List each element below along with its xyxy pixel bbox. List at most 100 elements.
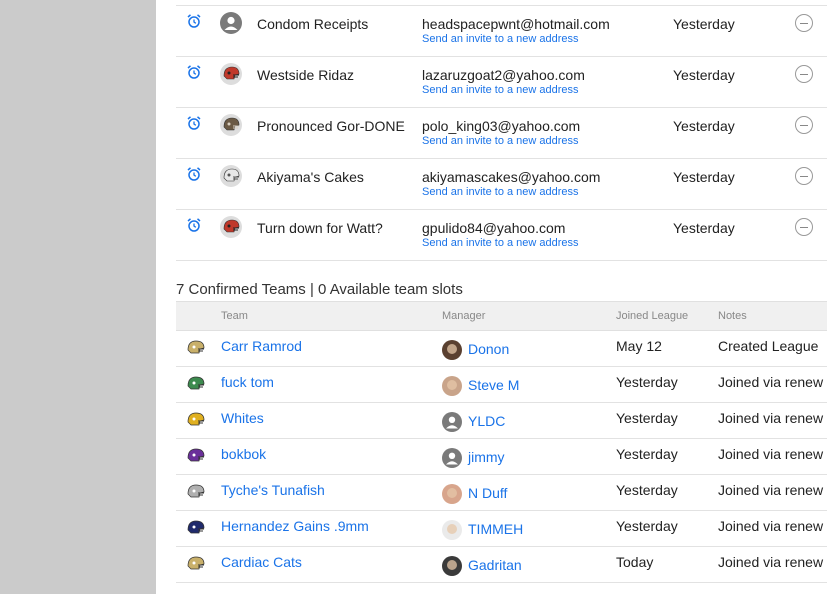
header-notes[interactable]: Notes: [718, 310, 747, 322]
manager-avatar: [442, 556, 462, 576]
team-link[interactable]: Whites: [221, 410, 264, 426]
invitee-email: gpulido84@yahoo.com: [422, 220, 566, 236]
manager-avatar: [442, 412, 462, 432]
red-helmet-icon: [220, 63, 242, 85]
manager-link[interactable]: YLDC: [468, 413, 505, 429]
team-helmet-icon: [186, 554, 206, 574]
red-helmet-icon: [220, 216, 242, 238]
remove-invite-button[interactable]: [795, 167, 813, 185]
team-link[interactable]: Carr Ramrod: [221, 338, 302, 354]
invitee-email: akiyamascakes@yahoo.com: [422, 169, 601, 185]
remove-invite-button[interactable]: [795, 14, 813, 32]
manager-avatar: [442, 340, 462, 360]
manager-link[interactable]: Donon: [468, 341, 509, 357]
team-helmet-icon: [186, 338, 206, 358]
send-invite-link[interactable]: Send an invite to a new address: [422, 84, 579, 96]
joined-league-date: Yesterday: [616, 374, 678, 390]
table-row: fuck tom Steve M Yesterday Joined via renew: [176, 367, 827, 403]
alarm-clock-icon[interactable]: [186, 217, 202, 233]
send-invite-link[interactable]: Send an invite to a new address: [422, 135, 579, 147]
send-invite-link[interactable]: Send an invite to a new address: [422, 186, 579, 198]
remove-invite-button[interactable]: [795, 116, 813, 134]
team-helmet-icon: [186, 518, 206, 538]
joined-league-date: Yesterday: [616, 518, 678, 534]
pending-team-name: Westside Ridaz: [257, 67, 355, 83]
manager-link[interactable]: N Duff: [468, 485, 507, 501]
team-link[interactable]: Hernandez Gains .9mm: [221, 518, 369, 534]
team-helmet-icon: [186, 374, 206, 394]
row-notes: Joined via renew: [718, 518, 824, 534]
invite-date: Yesterday: [673, 67, 735, 83]
manager-avatar: [442, 376, 462, 396]
row-notes: Joined via renew: [718, 482, 824, 498]
invitee-email: polo_king03@yahoo.com: [422, 118, 581, 134]
manager-link[interactable]: TIMMEH: [468, 521, 523, 537]
confirmed-teams-table: Team Manager Joined League Notes Carr Ra…: [176, 301, 827, 583]
row-notes: Joined via renew: [718, 410, 824, 426]
header-team[interactable]: Team: [221, 310, 248, 322]
send-invite-link[interactable]: Send an invite to a new address: [422, 33, 579, 45]
alarm-clock-icon[interactable]: [186, 64, 202, 80]
joined-league-date: May 12: [616, 338, 662, 354]
remove-invite-button[interactable]: [795, 65, 813, 83]
manager-avatar: [442, 484, 462, 504]
alarm-clock-icon[interactable]: [186, 166, 202, 182]
manager-link[interactable]: jimmy: [468, 449, 505, 465]
header-joined-league[interactable]: Joined League: [616, 310, 688, 322]
generic-user-icon: [220, 12, 242, 34]
white-helmet-icon: [220, 165, 242, 187]
pending-team-name: Akiyama's Cakes: [257, 169, 364, 185]
send-invite-link[interactable]: Send an invite to a new address: [422, 237, 579, 249]
pending-team-name: Pronounced Gor-DONE: [257, 118, 405, 134]
pending-team-name: Turn down for Watt?: [257, 220, 383, 236]
row-notes: Created League: [718, 338, 819, 354]
invite-date: Yesterday: [673, 16, 735, 32]
pending-invite-row: Pronounced Gor-DONE polo_king03@yahoo.com…: [176, 108, 827, 159]
pending-invites-list: Condom Receipts headspacepwnt@hotmail.com…: [176, 5, 827, 261]
row-notes: Joined via renew: [718, 374, 824, 390]
row-notes: Joined via renew: [718, 554, 824, 570]
joined-league-date: Yesterday: [616, 482, 678, 498]
table-row: Tyche's Tunafish N Duff Yesterday Joined vi…: [176, 475, 827, 511]
alarm-clock-icon[interactable]: [186, 13, 202, 29]
pending-invite-row: Turn down for Watt? gpulido84@yahoo.com Se…: [176, 210, 827, 261]
league-members-panel: Condom Receipts headspacepwnt@hotmail.com…: [156, 0, 827, 594]
table-header: Team Manager Joined League Notes: [176, 301, 827, 331]
left-gutter: [0, 0, 156, 594]
joined-league-date: Yesterday: [616, 446, 678, 462]
confirmed-teams-title: 7 Confirmed Teams | 0 Available team slo…: [176, 281, 463, 298]
team-helmet-icon: [186, 446, 206, 466]
invite-date: Yesterday: [673, 118, 735, 134]
pending-invite-row: Westside Ridaz lazaruzgoat2@yahoo.com Send…: [176, 57, 827, 108]
invite-date: Yesterday: [673, 169, 735, 185]
table-row: Cardiac Cats Gadritan Today Joined via rene…: [176, 547, 827, 583]
table-row: Hernandez Gains .9mm TIMMEH Yesterday Joine…: [176, 511, 827, 547]
confirmed-rows: Carr Ramrod Donon May 12 Created League fuck…: [176, 331, 827, 583]
team-link[interactable]: Tyche's Tunafish: [221, 482, 325, 498]
table-row: Carr Ramrod Donon May 12 Created League: [176, 331, 827, 367]
header-manager[interactable]: Manager: [442, 310, 485, 322]
joined-league-date: Yesterday: [616, 410, 678, 426]
remove-invite-button[interactable]: [795, 218, 813, 236]
joined-league-date: Today: [616, 554, 654, 570]
row-notes: Joined via renew: [718, 446, 824, 462]
invitee-email: headspacepwnt@hotmail.com: [422, 16, 610, 32]
team-link[interactable]: bokbok: [221, 446, 266, 462]
manager-link[interactable]: Steve M: [468, 377, 519, 393]
team-helmet-icon: [186, 482, 206, 502]
team-link[interactable]: Cardiac Cats: [221, 554, 302, 570]
team-link[interactable]: fuck tom: [221, 374, 274, 390]
invitee-email: lazaruzgoat2@yahoo.com: [422, 67, 585, 83]
alarm-clock-icon[interactable]: [186, 115, 202, 131]
manager-link[interactable]: Gadritan: [468, 557, 522, 573]
table-row: bokbok jimmy Yesterday Joined via renew: [176, 439, 827, 475]
pending-invite-row: Akiyama's Cakes akiyamascakes@yahoo.com Se…: [176, 159, 827, 210]
table-row: Whites YLDC Yesterday Joined via renew: [176, 403, 827, 439]
pending-invite-row: Condom Receipts headspacepwnt@hotmail.com…: [176, 6, 827, 57]
team-helmet-icon: [186, 410, 206, 430]
manager-avatar: [442, 448, 462, 468]
invite-date: Yesterday: [673, 220, 735, 236]
camo-helmet-icon: [220, 114, 242, 136]
pending-team-name: Condom Receipts: [257, 16, 369, 32]
manager-avatar: [442, 520, 462, 540]
